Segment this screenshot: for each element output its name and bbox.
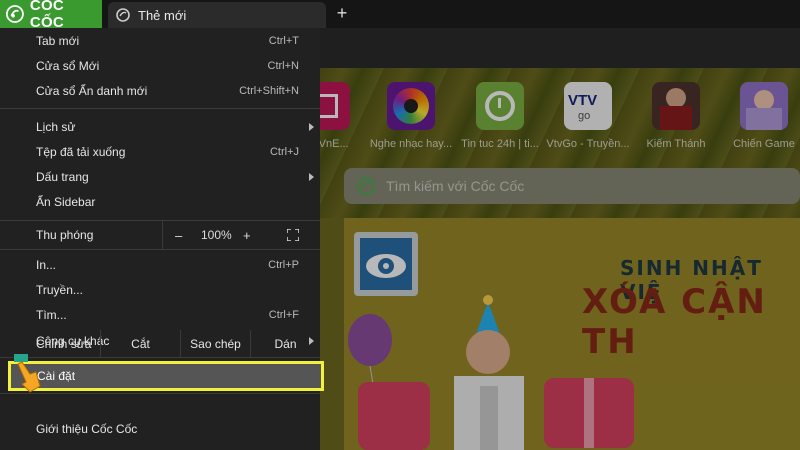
edit-row: Chỉnh sửa Cắt Sao chép Dán xyxy=(0,330,320,358)
menu-item-downloads[interactable]: Tệp đã tải xuống Ctrl+J xyxy=(0,139,320,164)
menu-item-label: Lịch sử xyxy=(36,119,76,134)
menu-item-label: In... xyxy=(36,257,57,272)
shortcut-kiemthanh[interactable]: Kiếm Thánh xyxy=(632,82,720,162)
search-input[interactable]: Tìm kiếm với Cốc Cốc xyxy=(344,168,800,204)
menu-item-cast[interactable]: Truyền... xyxy=(0,277,320,302)
paste-button[interactable]: Dán xyxy=(250,330,320,358)
search-placeholder: Tìm kiếm với Cốc Cốc xyxy=(386,178,525,194)
submenu-arrow-icon xyxy=(309,122,314,131)
menu-item-new-tab[interactable]: Tab mới Ctrl+T xyxy=(0,28,320,53)
menu-item-label: Tệp đã tải xuống xyxy=(36,144,126,159)
refresh-clock-icon xyxy=(476,82,524,130)
shortcut-chiengame[interactable]: Chiến Game xyxy=(720,82,800,162)
zoom-in-button[interactable]: + xyxy=(243,228,251,243)
menu-item-new-window[interactable]: Cửa sổ Mới Ctrl+N xyxy=(0,53,320,78)
shortcut-label: VtvGo - Truyền... xyxy=(546,138,630,150)
copy-button[interactable]: Sao chép xyxy=(180,330,250,358)
menu-item-hide-sidebar[interactable]: Ẩn Sidebar xyxy=(0,189,320,214)
submenu-arrow-icon xyxy=(309,172,314,181)
shortcut-text: Ctrl+Shift+N xyxy=(239,84,299,97)
coccoc-tab-icon xyxy=(116,8,130,22)
eye-hospital-logo xyxy=(354,232,418,296)
music-disc-icon xyxy=(387,82,435,130)
cut-button[interactable]: Cắt xyxy=(100,330,180,358)
coccoc-menu-button[interactable]: CỐC CỐC xyxy=(0,0,102,31)
zoom-level: 100% xyxy=(201,228,232,242)
menu-item-incognito[interactable]: Cửa sổ Ẩn danh mới Ctrl+Shift+N xyxy=(0,78,320,103)
shortcut-label: nh VnE... xyxy=(320,138,349,150)
menu-item-label: Cửa sổ Mới xyxy=(36,58,100,73)
menu-item-label: Tab mới xyxy=(36,33,80,48)
shortcut-tintuc24h[interactable]: Tin tuc 24h | ti... xyxy=(456,82,544,162)
menu-separator xyxy=(0,108,320,109)
brand-name: CỐC CỐC xyxy=(29,0,65,31)
shortcut-text: Ctrl+J xyxy=(269,145,299,158)
new-tab-page: nh VnE... Nghe nhạc hay... Tin tuc 24h |… xyxy=(320,68,800,450)
fullscreen-icon[interactable] xyxy=(287,229,299,241)
vtvgo-icon: VTV go xyxy=(564,82,612,130)
shortcut-label: Nghe nhạc hay... xyxy=(369,138,453,150)
menu-item-history[interactable]: Lịch sử xyxy=(0,114,320,139)
menu-item-print[interactable]: In... Ctrl+P xyxy=(0,252,320,277)
menu-item-label: Tìm... xyxy=(36,307,67,322)
shortcut-label: Tin tuc 24h | ti... xyxy=(461,138,539,150)
banner-title-line2: XÓA CẬN TH xyxy=(582,282,767,362)
menu-item-label: Chỉnh sửa xyxy=(36,337,92,351)
menu-separator xyxy=(0,393,320,394)
tab-new[interactable]: Thẻ mới xyxy=(108,2,326,28)
menu-item-label: Giới thiệu Cốc Cốc xyxy=(36,421,138,436)
shortcut-text: Ctrl+T xyxy=(268,34,299,47)
tab-title: Thẻ mới xyxy=(138,7,187,23)
shortcut-vnexpress[interactable]: nh VnE... xyxy=(320,82,370,162)
gift-box-icon xyxy=(358,382,430,450)
shortcut-text: Ctrl+P xyxy=(268,258,299,271)
vnexpress-icon xyxy=(320,82,350,130)
new-tab-button[interactable]: + xyxy=(332,3,352,23)
game-character-icon xyxy=(652,82,700,130)
shortcut-text: Ctrl+N xyxy=(267,59,299,72)
zoom-control: – 100% + xyxy=(162,221,321,249)
menu-item-about[interactable]: Giới thiệu Cốc Cốc xyxy=(0,416,320,441)
menu-item-label: Thu phóng xyxy=(36,228,94,242)
menu-item-label: Dấu trang xyxy=(36,169,89,184)
menu-item-label: Cửa sổ Ẩn danh mới xyxy=(36,83,148,98)
tab-strip: CỐC CỐC Thẻ mới + xyxy=(0,0,800,31)
coccoc-logo-icon xyxy=(6,5,24,23)
main-menu: Tab mới Ctrl+T Cửa sổ Mới Ctrl+N Cửa sổ … xyxy=(0,28,324,450)
shortcut-grid: nh VnE... Nghe nhạc hay... Tin tuc 24h |… xyxy=(320,82,800,162)
game-avatar-icon xyxy=(740,82,788,130)
eye-icon xyxy=(360,238,412,290)
menu-item-find[interactable]: Tìm... Ctrl+F xyxy=(0,302,320,327)
shortcut-music[interactable]: Nghe nhạc hay... xyxy=(367,82,455,162)
zoom-out-button[interactable]: – xyxy=(175,228,182,243)
shortcut-text: Ctrl+F xyxy=(268,308,299,321)
coccoc-search-icon xyxy=(357,177,375,195)
menu-item-label: Truyền... xyxy=(36,282,83,297)
shortcut-label: Kiếm Thánh xyxy=(646,138,706,150)
shortcut-vtvgo[interactable]: VTV go VtvGo - Truyền... xyxy=(544,82,632,162)
gift-box-icon xyxy=(544,378,634,448)
menu-separator xyxy=(0,249,320,250)
menu-item-label: Ẩn Sidebar xyxy=(36,194,96,209)
promo-banner[interactable]: SINH NHẬT VIỆ XÓA CẬN TH xyxy=(344,218,800,450)
menu-item-bookmarks[interactable]: Dấu trang xyxy=(0,164,320,189)
pointing-hand-icon xyxy=(14,354,41,393)
menu-item-settings[interactable]: Cài đặt xyxy=(8,361,324,391)
shortcut-label: Chiến Game xyxy=(733,138,795,150)
